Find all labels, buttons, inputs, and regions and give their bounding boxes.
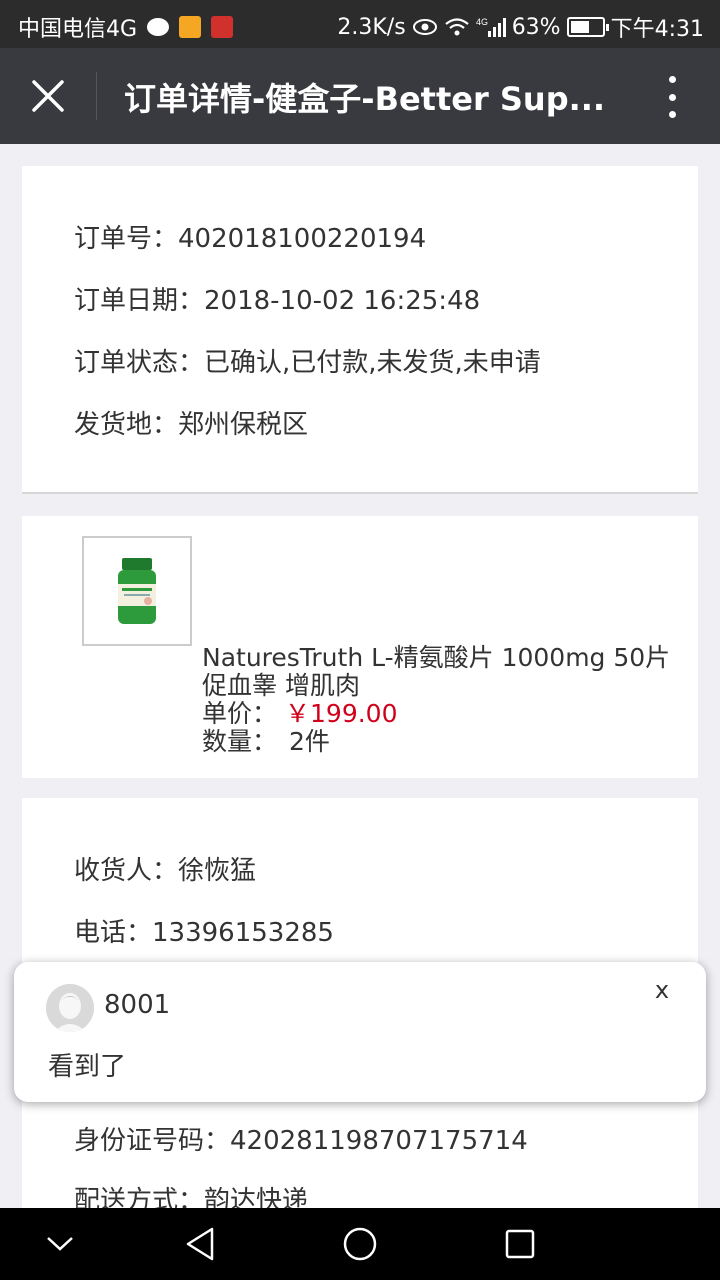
notification-close-button[interactable]: x bbox=[648, 976, 676, 1004]
battery-percent: 63% bbox=[511, 14, 561, 40]
home-circle-icon bbox=[343, 1227, 377, 1261]
quantity-row: 数量： 2件 bbox=[202, 728, 330, 756]
quantity-value: 2件 bbox=[289, 727, 330, 756]
order-date-value: 2018-10-02 16:25:48 bbox=[204, 286, 481, 316]
receiver-name-value: 徐恢猛 bbox=[178, 856, 257, 886]
supplement-bottle-icon bbox=[118, 558, 156, 624]
order-date-label: 订单日期： bbox=[74, 286, 205, 316]
status-left: 中国电信4G bbox=[18, 11, 234, 43]
wechat-notification-icon bbox=[147, 18, 170, 36]
order-id-row: 订单号：402018100220194 bbox=[74, 218, 426, 255]
more-dot-icon bbox=[668, 111, 676, 118]
order-id-value: 402018100220194 bbox=[178, 224, 427, 254]
receiver-idcard-row: 身份证号码：420281198707175714 bbox=[74, 1120, 528, 1157]
hide-keyboard-button[interactable] bbox=[40, 1224, 80, 1264]
wifi-icon bbox=[444, 18, 469, 36]
svg-text:4G: 4G bbox=[476, 17, 488, 27]
carrier-label: 中国电信4G bbox=[18, 17, 138, 42]
more-dot-icon bbox=[668, 76, 676, 83]
status-bar: 中国电信4G 2.3K/s 4G 63% 下午4:31 bbox=[0, 0, 720, 48]
receiver-name-row: 收货人：徐恢猛 bbox=[74, 850, 256, 887]
receiver-idcard-label: 身份证号码： bbox=[74, 1126, 231, 1156]
signal-icon: 4G bbox=[476, 17, 506, 37]
order-info-card: 订单号：402018100220194 订单日期：2018-10-02 16:2… bbox=[22, 166, 698, 494]
chevron-down-icon bbox=[47, 1237, 73, 1251]
recent-apps-button[interactable] bbox=[500, 1224, 540, 1264]
app-notification-icon bbox=[179, 16, 202, 38]
product-card[interactable]: NaturesTruth L-精氨酸片 1000mg 50片 促血睾 增肌肉 单… bbox=[22, 516, 698, 778]
receiver-phone-value: 13396153285 bbox=[152, 918, 334, 948]
order-id-label: 订单号： bbox=[74, 224, 179, 254]
notification-message: 看到了 bbox=[48, 1052, 127, 1082]
receiver-idcard-value: 420281198707175714 bbox=[230, 1126, 528, 1156]
ship-origin-row: 发货地：郑州保税区 bbox=[74, 404, 308, 441]
avatar bbox=[46, 984, 94, 1032]
ship-origin-label: 发货地： bbox=[74, 410, 179, 440]
product-name[interactable]: NaturesTruth L-精氨酸片 1000mg 50片 促血睾 增肌肉 bbox=[202, 644, 672, 700]
order-status-label: 订单状态： bbox=[74, 348, 205, 378]
receiver-name-label: 收货人： bbox=[74, 856, 179, 886]
notification-sender: 8001 bbox=[104, 990, 171, 1020]
clock: 下午4:31 bbox=[610, 17, 704, 42]
close-icon bbox=[32, 80, 64, 112]
more-dot-icon bbox=[668, 93, 676, 101]
page-title: 订单详情-健盒子-Better Sup... bbox=[124, 80, 606, 118]
close-button[interactable] bbox=[24, 72, 72, 120]
nav-divider bbox=[96, 72, 97, 120]
default-avatar-icon bbox=[46, 984, 94, 1032]
back-button[interactable] bbox=[180, 1224, 220, 1264]
system-navigation-bar bbox=[0, 1208, 720, 1280]
order-date-row: 订单日期：2018-10-02 16:25:48 bbox=[74, 280, 480, 317]
eye-icon bbox=[412, 19, 437, 35]
home-button[interactable] bbox=[340, 1224, 380, 1264]
app-notification-icon-2 bbox=[211, 16, 234, 38]
back-triangle-icon bbox=[186, 1227, 214, 1261]
order-status-value: 已确认,已付款,未发货,未申请 bbox=[204, 348, 541, 378]
ship-origin-value: 郑州保税区 bbox=[178, 410, 309, 440]
navigation-bar: 订单详情-健盒子-Better Sup... bbox=[0, 48, 720, 144]
more-menu-button[interactable] bbox=[660, 76, 684, 118]
unit-price-label: 单价： bbox=[202, 699, 278, 728]
message-notification[interactable]: 8001 看到了 x bbox=[14, 962, 706, 1102]
product-image[interactable] bbox=[82, 536, 192, 646]
order-status-row: 订单状态：已确认,已付款,未发货,未申请 bbox=[74, 342, 541, 379]
quantity-label: 数量： bbox=[202, 727, 278, 756]
recent-square-icon bbox=[505, 1229, 535, 1259]
receiver-phone-label: 电话： bbox=[74, 918, 153, 948]
network-speed: 2.3K/s bbox=[337, 14, 406, 40]
battery-icon bbox=[566, 17, 609, 37]
receiver-phone-row: 电话：13396153285 bbox=[74, 912, 334, 949]
unit-price-row: 单价： ￥199.00 bbox=[202, 700, 398, 728]
status-right: 2.3K/s 4G 63% 下午4:31 bbox=[337, 11, 704, 43]
unit-price-value: ￥199.00 bbox=[285, 699, 398, 728]
